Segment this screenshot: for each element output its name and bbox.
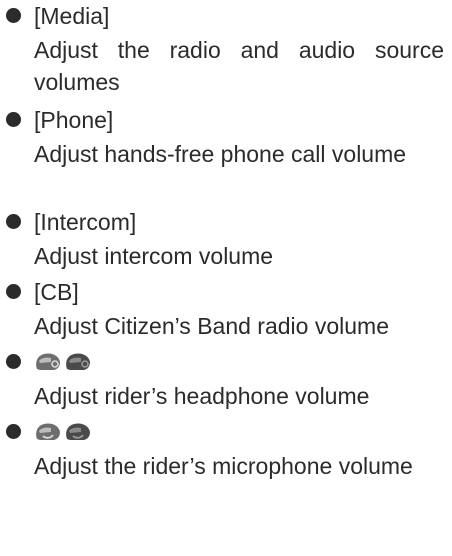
item-description-rider-headphone: Adjust rider’s headphone volume: [34, 383, 370, 409]
bullet: [6, 424, 21, 439]
item-description-cb: Adjust Citizen’s Band radio volume: [34, 313, 389, 339]
item-label-intercom: [Intercom]: [34, 209, 137, 235]
item-label-media: [Media]: [34, 3, 110, 29]
rider-headphone-icon: [34, 352, 92, 372]
item-label-phone: [Phone]: [34, 107, 114, 133]
item-description-intercom: Adjust intercom volume: [34, 243, 274, 269]
bullet: [6, 214, 21, 229]
bullet: [6, 8, 21, 23]
item-description-phone: Adjust hands-free phone call volume: [34, 141, 407, 167]
bullet: [6, 284, 21, 299]
helmet-headphone-icon: [66, 353, 90, 370]
rider-microphone-icon: [34, 422, 92, 442]
helmet-microphone-icon: [66, 423, 90, 440]
bullet: [6, 354, 21, 369]
item-description-rider-microphone: Adjust the rider’s microphone volume: [34, 453, 413, 479]
helmet-headphone-icon: [36, 353, 60, 370]
item-label-cb: [CB]: [34, 279, 79, 305]
item-description-media: Adjust the radio and audio source volume…: [34, 37, 444, 95]
bullet: [6, 112, 21, 127]
helmet-microphone-icon: [36, 423, 60, 440]
